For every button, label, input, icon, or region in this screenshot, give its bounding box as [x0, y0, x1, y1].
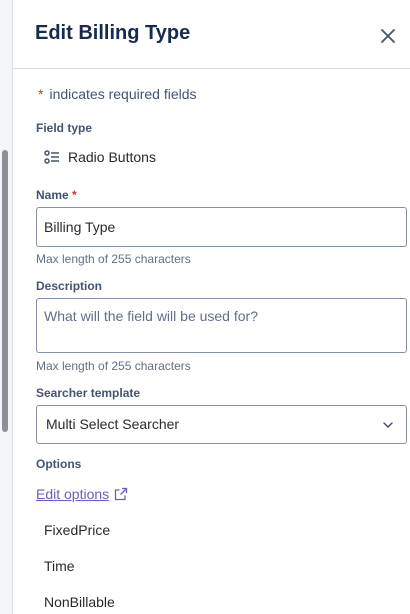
chevron-down-icon [383, 422, 393, 428]
description-label: Description [36, 279, 103, 293]
panel-title: Edit Billing Type [35, 22, 191, 44]
field-type-value: Radio Buttons [44, 149, 156, 165]
name-helper-text: Max length of 255 characters [36, 252, 191, 266]
close-icon [381, 29, 395, 43]
edit-options-link[interactable]: Edit options [36, 486, 128, 502]
options-label: Options [36, 457, 82, 471]
name-required-star: * [72, 188, 77, 202]
close-button[interactable] [376, 24, 400, 48]
required-note-text: indicates required fields [49, 86, 197, 102]
edit-options-text: Edit options [36, 486, 110, 502]
edit-field-panel: Edit Billing Type * indicates required fi… [12, 0, 410, 614]
required-fields-note: * indicates required fields [38, 86, 197, 102]
name-label-text: Name [36, 188, 69, 202]
field-type-label: Field type [36, 121, 93, 135]
searcher-template-label: Searcher template [36, 386, 141, 400]
left-gutter [0, 0, 12, 614]
required-star: * [38, 86, 44, 102]
list-icon [44, 150, 59, 164]
field-type-text: Radio Buttons [68, 149, 156, 165]
scrollbar-thumb[interactable] [2, 150, 8, 432]
option-item: Time [44, 558, 75, 574]
searcher-template-select[interactable]: Multi Select Searcher [36, 405, 407, 444]
option-item: NonBillable [44, 594, 115, 610]
panel-header: Edit Billing Type [13, 0, 410, 69]
option-item: FixedPrice [44, 522, 111, 538]
description-helper-text: Max length of 255 characters [36, 359, 191, 373]
name-input[interactable]: Billing Type [36, 207, 407, 247]
searcher-template-value: Multi Select Searcher [46, 416, 180, 432]
description-textarea[interactable]: What will the field will be used for? [36, 298, 407, 353]
external-link-icon [115, 487, 128, 501]
name-label: Name * [36, 188, 77, 202]
